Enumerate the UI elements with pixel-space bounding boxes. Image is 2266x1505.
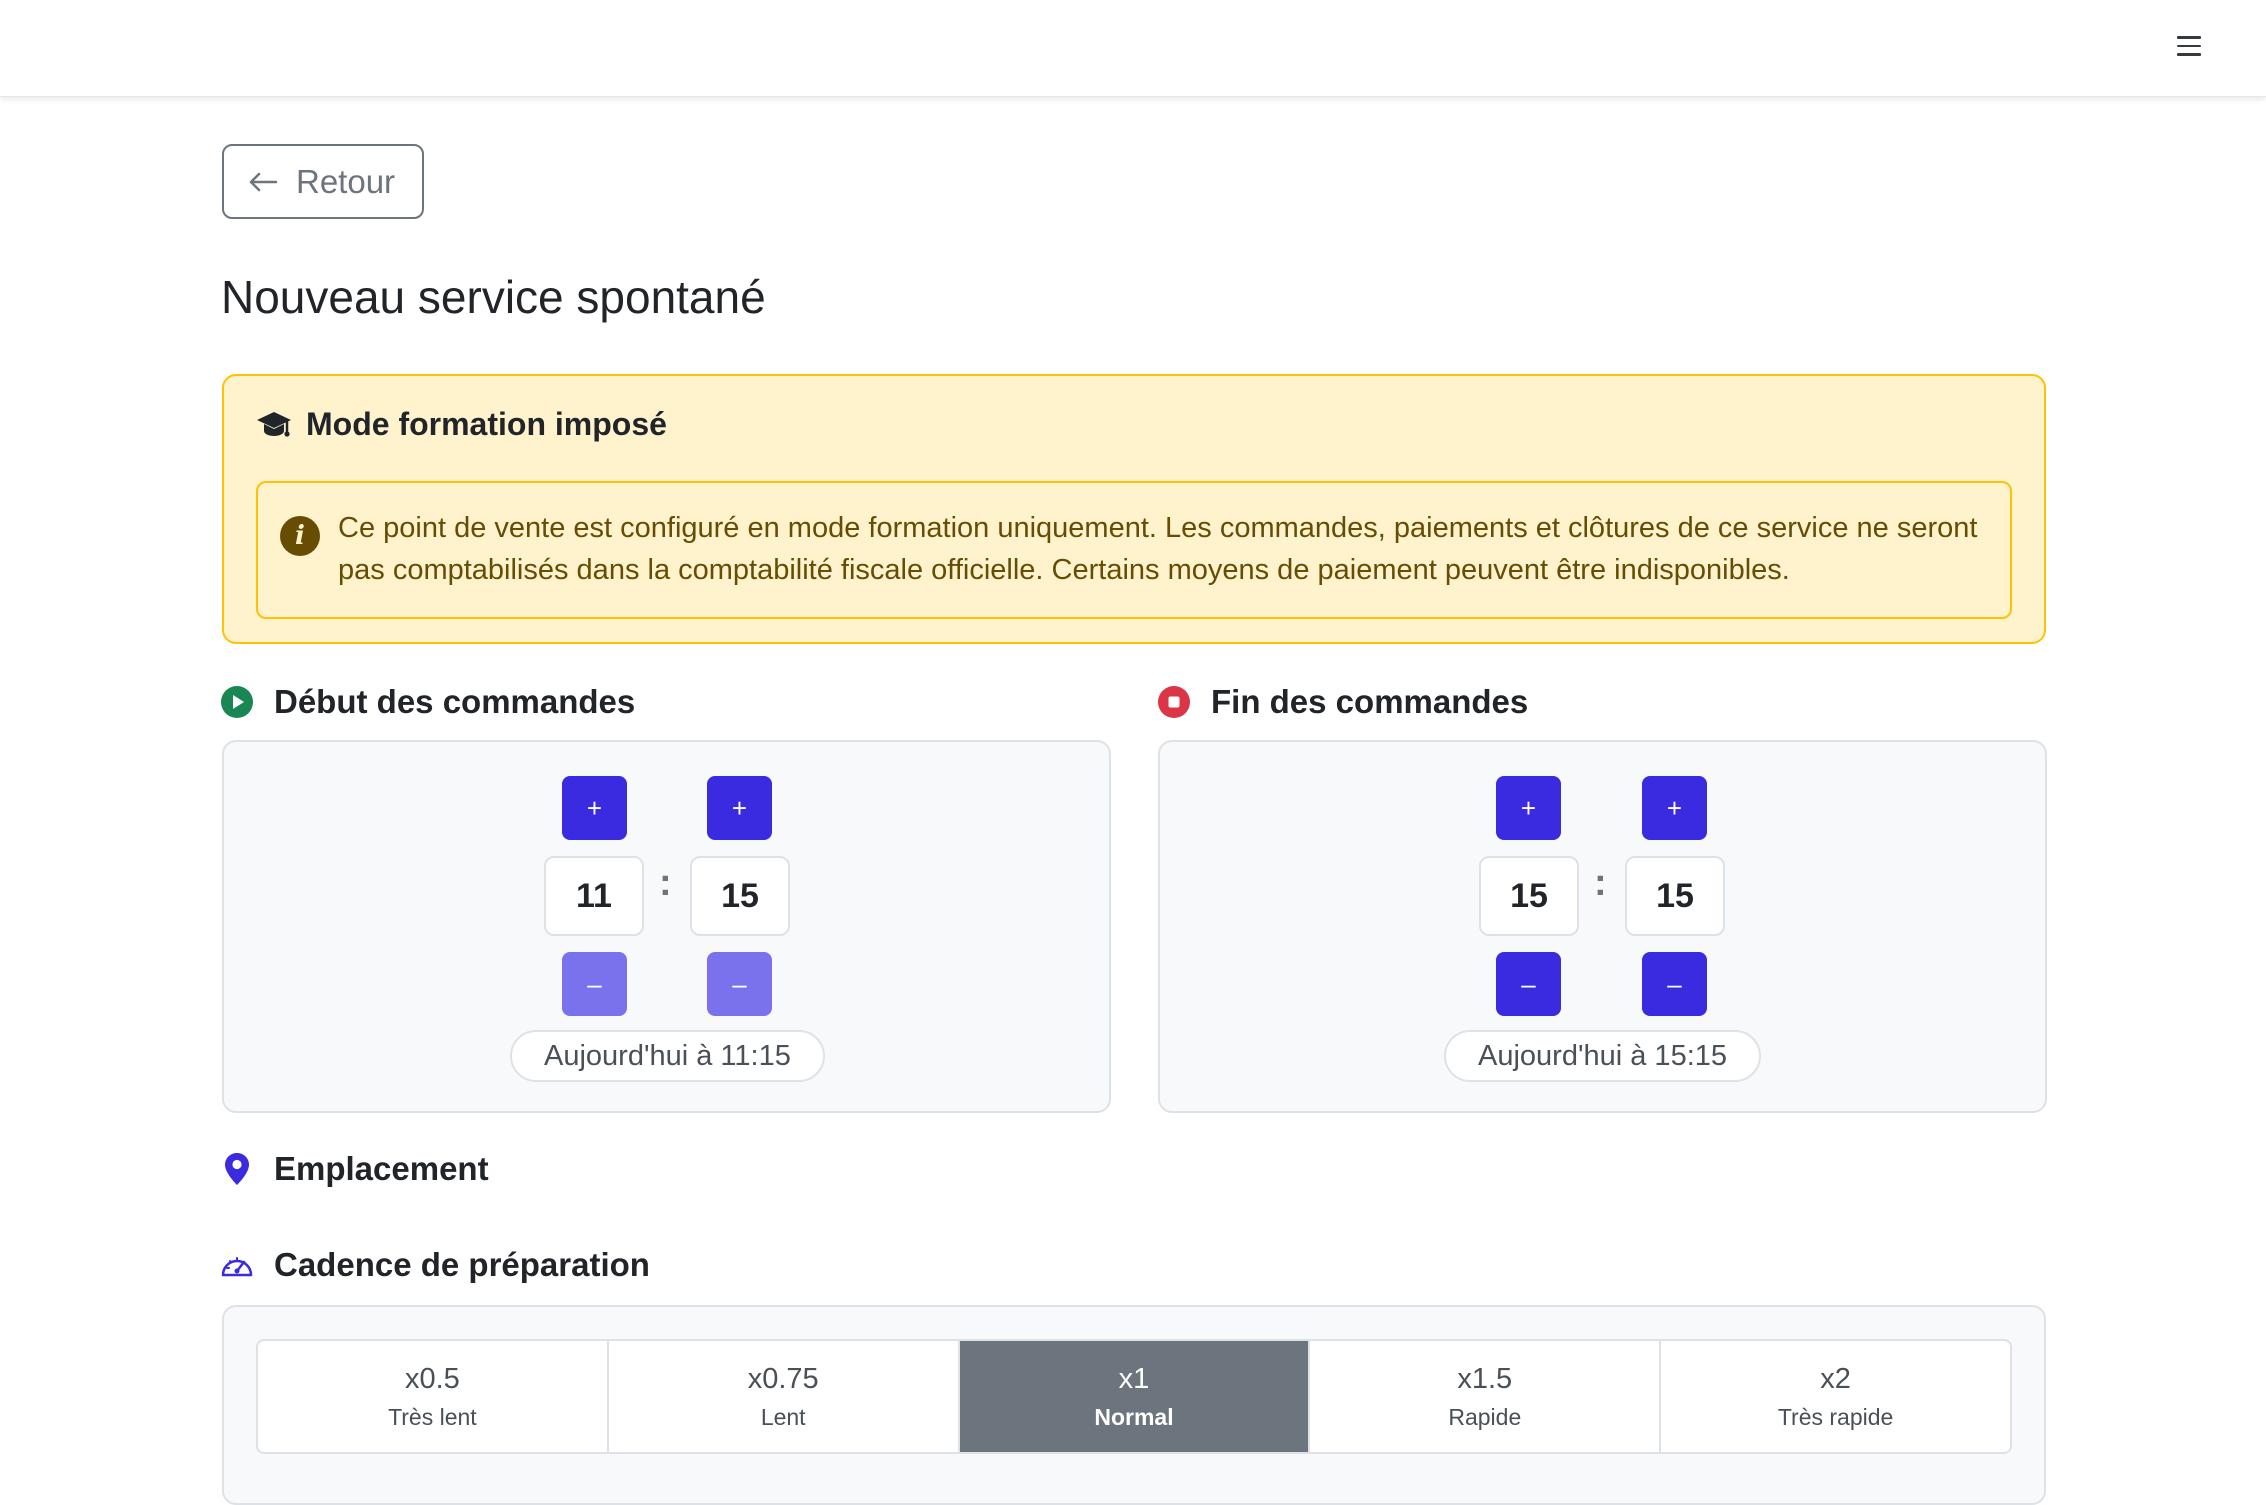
pace-selector: x0.5 Très lent x0.75 Lent x1 Normal x1.5… bbox=[256, 1339, 2012, 1454]
back-button[interactable]: Retour bbox=[222, 144, 424, 219]
start-section-header: Début des commandes bbox=[220, 683, 635, 721]
start-hours-increment-button[interactable]: + bbox=[562, 776, 627, 840]
pace-option-multiplier: x1.5 bbox=[1457, 1362, 1513, 1395]
stop-circle-icon bbox=[1157, 685, 1191, 719]
start-minutes-decrement-button[interactable]: – bbox=[707, 952, 772, 1016]
end-time-picker: + + 15 : 15 – – Aujourd'hui à 15:15 bbox=[1158, 740, 2047, 1113]
pace-option-x0-75[interactable]: x0.75 Lent bbox=[609, 1341, 960, 1452]
map-pin-icon bbox=[220, 1152, 254, 1186]
pace-option-label: Lent bbox=[760, 1403, 806, 1430]
end-section-header: Fin des commandes bbox=[1157, 683, 1528, 721]
pace-option-x0-5[interactable]: x0.5 Très lent bbox=[258, 1341, 609, 1452]
end-minutes-increment-button[interactable]: + bbox=[1642, 776, 1707, 840]
end-hours-input[interactable]: 15 bbox=[1479, 856, 1579, 936]
location-section-title: Emplacement bbox=[274, 1150, 489, 1187]
speedometer-icon bbox=[220, 1248, 254, 1282]
time-separator: : bbox=[659, 862, 672, 904]
pace-section-title: Cadence de préparation bbox=[274, 1246, 650, 1283]
arrow-left-icon bbox=[249, 172, 278, 191]
start-minutes-increment-button[interactable]: + bbox=[707, 776, 772, 840]
hamburger-menu-icon[interactable] bbox=[2177, 36, 2201, 58]
pace-option-multiplier: x1 bbox=[1118, 1362, 1150, 1395]
pace-card: x0.5 Très lent x0.75 Lent x1 Normal x1.5… bbox=[222, 1305, 2046, 1505]
pace-option-label: Normal bbox=[1094, 1403, 1174, 1430]
pace-option-multiplier: x2 bbox=[1820, 1362, 1851, 1395]
pace-option-x1-5[interactable]: x1.5 Rapide bbox=[1310, 1341, 1662, 1452]
end-time-summary: Aujourd'hui à 15:15 bbox=[1444, 1030, 1762, 1082]
top-navbar bbox=[0, 0, 2266, 97]
start-time-summary: Aujourd'hui à 11:15 bbox=[510, 1030, 825, 1082]
location-section-header[interactable]: Emplacement bbox=[220, 1150, 489, 1188]
training-alert-header: Mode formation imposé bbox=[256, 406, 667, 443]
start-hours-input[interactable]: 11 bbox=[544, 856, 644, 936]
back-button-label: Retour bbox=[296, 162, 396, 200]
time-separator: : bbox=[1594, 862, 1607, 904]
training-mode-alert: Mode formation imposé i Ce point de vent… bbox=[222, 374, 2046, 644]
pace-option-x1[interactable]: x1 Normal bbox=[959, 1341, 1311, 1452]
start-time-picker: + + 11 : 15 – – Aujourd'hui à 11:15 bbox=[222, 740, 1111, 1113]
end-minutes-decrement-button[interactable]: – bbox=[1642, 952, 1707, 1016]
start-minutes-input[interactable]: 15 bbox=[690, 856, 790, 936]
pace-option-label: Très lent bbox=[388, 1403, 477, 1430]
pace-option-multiplier: x0.75 bbox=[747, 1362, 819, 1395]
end-section-title: Fin des commandes bbox=[1211, 683, 1529, 720]
end-hours-decrement-button[interactable]: – bbox=[1496, 952, 1561, 1016]
graduation-cap-icon bbox=[257, 411, 291, 437]
pace-section-header: Cadence de préparation bbox=[220, 1246, 650, 1284]
pace-option-multiplier: x0.5 bbox=[404, 1362, 460, 1395]
end-hours-increment-button[interactable]: + bbox=[1496, 776, 1561, 840]
info-icon: i bbox=[280, 516, 320, 556]
start-section-title: Début des commandes bbox=[274, 683, 636, 720]
pace-option-label: Très rapide bbox=[1777, 1403, 1894, 1430]
training-info-box: i Ce point de vente est configuré en mod… bbox=[256, 481, 2012, 619]
pace-option-x2[interactable]: x2 Très rapide bbox=[1661, 1341, 2010, 1452]
play-circle-icon bbox=[220, 685, 254, 719]
end-minutes-input[interactable]: 15 bbox=[1625, 856, 1725, 936]
page-title: Nouveau service spontané bbox=[221, 271, 766, 323]
training-alert-title: Mode formation imposé bbox=[306, 406, 667, 442]
training-info-message: Ce point de vente est configuré en mode … bbox=[338, 512, 1978, 586]
pace-option-label: Rapide bbox=[1448, 1403, 1522, 1430]
start-hours-decrement-button[interactable]: – bbox=[562, 952, 627, 1016]
